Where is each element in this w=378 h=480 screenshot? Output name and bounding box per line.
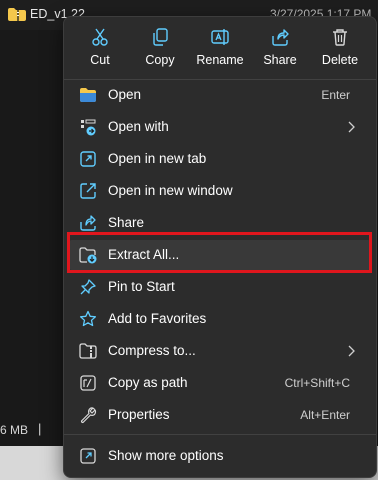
status-separator: | xyxy=(38,421,42,436)
cut-icon xyxy=(92,28,108,46)
menu-label-copy-as-path: Copy as path xyxy=(108,375,188,390)
shortcut-copy-as-path: Ctrl+Shift+C xyxy=(284,376,350,390)
rename-button[interactable]: Rename xyxy=(190,23,250,73)
menu-label-add-to-favorites: Add to Favorites xyxy=(108,311,207,326)
share-icon xyxy=(272,29,289,46)
copy-label: Copy xyxy=(145,53,175,67)
menu-item-open[interactable]: Open Enter xyxy=(68,80,372,110)
wrench-icon xyxy=(80,407,97,424)
shortcut-properties: Alt+Enter xyxy=(300,408,350,422)
menu-item-copy-as-path[interactable]: Copy as path Ctrl+Shift+C xyxy=(68,368,372,398)
status-size: 6 MB xyxy=(0,423,29,437)
menu-item-compress-to[interactable]: Compress to... xyxy=(68,336,372,366)
compress-icon xyxy=(79,343,97,359)
delete-label: Delete xyxy=(321,53,359,67)
cut-label: Cut xyxy=(90,53,110,67)
menu-item-pin-to-start[interactable]: Pin to Start xyxy=(68,272,372,302)
share-icon xyxy=(80,215,96,231)
delete-icon xyxy=(333,29,347,46)
menu-label-open: Open xyxy=(108,87,142,102)
menu-item-extract-all[interactable]: Extract All... xyxy=(68,240,372,270)
copy-button[interactable]: Copy xyxy=(130,23,190,73)
menu-item-open-new-tab[interactable]: Open in new tab xyxy=(68,144,372,174)
menu-item-show-more-options[interactable]: Show more options xyxy=(68,441,372,471)
menu-item-open-new-window[interactable]: Open in new window xyxy=(68,176,372,206)
open-with-icon xyxy=(81,119,96,136)
share-button[interactable]: Share xyxy=(250,23,310,73)
menu-item-add-to-favorites[interactable]: Add to Favorites xyxy=(68,304,372,334)
context-menu: Cut Copy Rename Share Delete Open Enter … xyxy=(63,16,377,478)
shortcut-open: Enter xyxy=(321,88,350,102)
more-options-icon xyxy=(80,448,96,464)
menu-label-show-more-options: Show more options xyxy=(108,448,224,463)
rename-label: Rename xyxy=(196,53,244,67)
delete-button[interactable]: Delete xyxy=(310,23,370,73)
copy-icon xyxy=(153,28,168,46)
menu-label-open-new-window: Open in new window xyxy=(108,183,233,198)
chevron-right-icon xyxy=(348,345,355,357)
menu-divider xyxy=(64,434,376,435)
rename-icon xyxy=(211,29,229,45)
new-window-icon xyxy=(80,183,96,199)
menu-label-compress-to: Compress to... xyxy=(108,343,196,358)
menu-item-properties[interactable]: Properties Alt+Enter xyxy=(68,400,372,430)
cut-button[interactable]: Cut xyxy=(70,23,130,73)
zip-folder-icon xyxy=(8,8,26,21)
menu-item-open-with[interactable]: Open with xyxy=(68,112,372,142)
copy-path-icon xyxy=(80,375,96,391)
menu-label-open-with: Open with xyxy=(108,119,169,134)
explorer-pane xyxy=(0,30,60,445)
desktop-stage: ED_v1.22 3/27/2025 1:17 PM 6 MB | Cut Co… xyxy=(0,0,378,480)
folder-icon xyxy=(80,88,96,102)
share-label: Share xyxy=(263,53,297,67)
star-icon xyxy=(79,310,97,327)
menu-label-pin-to-start: Pin to Start xyxy=(108,279,175,294)
menu-label-extract-all: Extract All... xyxy=(108,247,180,262)
menu-item-share[interactable]: Share xyxy=(68,208,372,238)
pin-icon xyxy=(80,279,96,295)
menu-label-properties: Properties xyxy=(108,407,170,422)
extract-icon xyxy=(79,247,97,264)
context-toolbar: Cut Copy Rename Share Delete xyxy=(64,17,376,77)
new-tab-icon xyxy=(80,151,96,167)
menu-label-open-new-tab: Open in new tab xyxy=(108,151,207,166)
menu-label-share: Share xyxy=(108,215,145,230)
chevron-right-icon xyxy=(348,121,355,133)
